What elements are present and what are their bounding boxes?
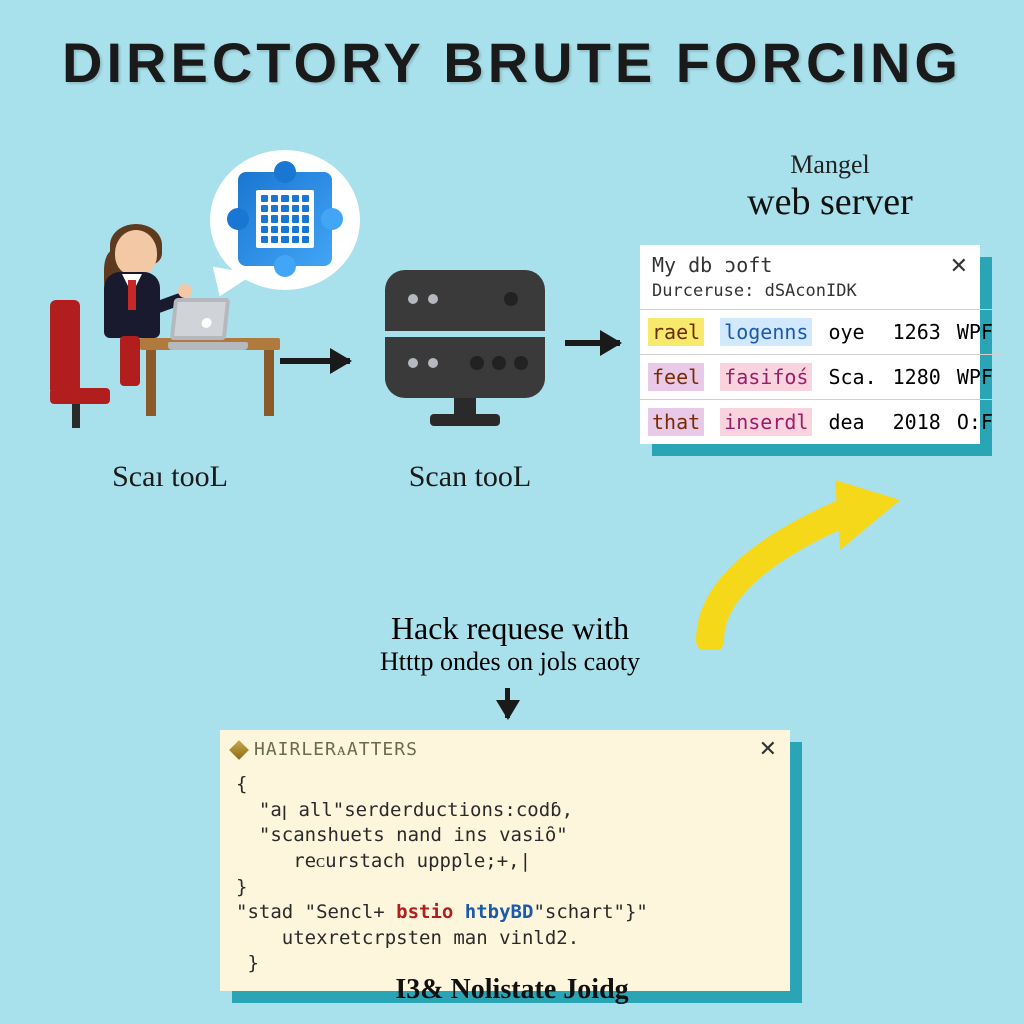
- arrow-down-icon: [505, 688, 510, 718]
- cell: inserdl: [720, 408, 812, 436]
- scan-tool-server-icon: [380, 270, 550, 440]
- cell: Sca.: [820, 355, 884, 400]
- mid-line1-bold: Hack requese: [391, 610, 564, 646]
- results-window-subtitle: Durceruse: dSAconIDK: [640, 281, 980, 309]
- desk-icon: [140, 338, 280, 418]
- request-description: Hack requese with Htttp ondes on jols ca…: [250, 610, 770, 677]
- mid-line2: Htttp ondes on jols caoty: [250, 647, 770, 677]
- cell: fasifoś: [720, 363, 812, 391]
- footer-text: I3& Nolistate Joidg: [0, 974, 1024, 1006]
- close-icon[interactable]: ✕: [759, 736, 778, 762]
- code-window-title: HAIRLERᴀATTERS: [254, 739, 418, 760]
- web-server-big-label: web server: [680, 180, 980, 224]
- web-server-small-label: Mangel: [680, 150, 980, 180]
- arrow-to-server-icon: [280, 358, 350, 364]
- scan-tool-label: Scan tooL: [370, 460, 570, 494]
- laptop-icon: [168, 298, 248, 348]
- table-row: that inserdl dea 2018 O:F: [640, 400, 1001, 445]
- cell: 1280: [885, 355, 949, 400]
- results-window: My db ɔoft ✕ Durceruse: dSAconIDK rael l…: [640, 245, 980, 444]
- cell: 2018: [885, 400, 949, 445]
- diamond-icon: [229, 740, 249, 760]
- cell: WPF: [949, 355, 1001, 400]
- cell: rael: [648, 318, 704, 346]
- arrow-to-webserver-icon: [565, 340, 620, 346]
- code-body: { "aꞁ all"serderductions:codɓ, "scanshue…: [220, 768, 790, 991]
- wordlist-puzzle-icon: [238, 172, 332, 266]
- web-server-label: Mangel web server: [680, 150, 980, 224]
- cell: dea: [820, 400, 884, 445]
- cell: WPF: [949, 310, 1001, 355]
- close-icon[interactable]: ✕: [950, 253, 968, 279]
- results-window-title: My db ɔoft: [652, 253, 772, 277]
- cell: that: [648, 408, 704, 436]
- table-row: rael logenns oye 1263 WPF: [640, 310, 1001, 355]
- code-window: HAIRLERᴀATTERS ✕ { "aꞁ all"serderduction…: [220, 730, 790, 991]
- attacker-label: Scaı tooL: [80, 460, 260, 494]
- speech-bubble: [210, 150, 360, 290]
- table-row: feel fasifoś Sca. 1280 WPF: [640, 355, 1001, 400]
- cell: feel: [648, 363, 704, 391]
- mid-line1-thin: with: [564, 610, 629, 646]
- cell: O:F: [949, 400, 1001, 445]
- page-title: DIRECTORY BRUTE FORCING: [0, 0, 1024, 95]
- cell: oye: [820, 310, 884, 355]
- cell: logenns: [720, 318, 812, 346]
- cell: 1263: [885, 310, 949, 355]
- results-table: rael logenns oye 1263 WPF feel fasifoś S…: [640, 309, 1001, 444]
